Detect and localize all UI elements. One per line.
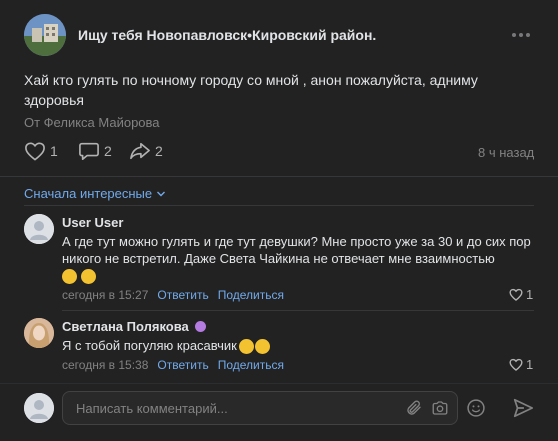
comment-text: А где тут можно гулять и где тут девушки… — [62, 233, 534, 285]
avatar[interactable] — [24, 318, 54, 348]
wink-emoji-icon — [238, 339, 254, 355]
sort-label: Сначала интересные — [24, 186, 153, 201]
comments-sort-dropdown[interactable]: Сначала интересные — [24, 186, 166, 201]
heart-icon — [509, 358, 523, 371]
smile-emoji-icon — [254, 339, 270, 355]
reply-button[interactable]: Ответить — [157, 358, 208, 372]
my-avatar[interactable] — [24, 393, 54, 423]
comment-button[interactable]: 2 — [78, 141, 112, 161]
post-time[interactable]: 8 ч назад — [478, 145, 534, 160]
share-comment-button[interactable]: Поделиться — [218, 358, 284, 372]
comment-like-button[interactable]: 1 — [509, 287, 533, 302]
comment-count: 2 — [104, 143, 112, 159]
post-author[interactable]: От Феликса Майорова — [24, 115, 160, 130]
comment-like-count: 1 — [526, 287, 534, 302]
like-button[interactable]: 1 — [24, 141, 58, 161]
comment-meta: сегодня в 15:27 Ответить Поделиться — [62, 288, 284, 302]
chevron-down-icon — [157, 191, 166, 196]
post-text: Хай кто гулять по ночному городу со мной… — [24, 72, 478, 108]
laughing-emoji-icon — [80, 269, 96, 285]
send-icon[interactable] — [512, 397, 534, 419]
comment-time[interactable]: сегодня в 15:27 — [62, 288, 148, 302]
comment-author[interactable]: User User — [62, 215, 123, 230]
avatar[interactable] — [24, 214, 54, 244]
comment-meta: сегодня в 15:38 Ответить Поделиться — [62, 358, 284, 372]
comment-like-button[interactable]: 1 — [509, 357, 533, 372]
attach-icon[interactable] — [405, 399, 423, 417]
heart-icon — [509, 288, 523, 301]
divider — [62, 310, 534, 311]
comment-like-count: 1 — [526, 357, 534, 372]
heart-icon — [25, 142, 45, 161]
share-button[interactable]: 2 — [129, 141, 163, 161]
share-count: 2 — [155, 143, 163, 159]
reply-button[interactable]: Ответить — [157, 288, 208, 302]
comment-author[interactable]: Светлана Полякова — [62, 319, 207, 334]
group-name[interactable]: Ищу тебя Новопавловск•Кировский район. — [78, 27, 376, 43]
comment-time[interactable]: сегодня в 15:38 — [62, 358, 148, 372]
comment-icon — [79, 142, 99, 160]
comment-input-placeholder: Написать комментарий... — [76, 401, 228, 416]
comment-input[interactable]: Написать комментарий... — [62, 391, 458, 425]
divider — [0, 383, 558, 384]
share-icon — [130, 142, 150, 160]
more-icon[interactable] — [512, 29, 534, 41]
camera-icon[interactable] — [431, 399, 449, 417]
laughing-emoji-icon — [62, 269, 77, 285]
crystal-ball-icon — [195, 321, 207, 332]
group-avatar[interactable] — [24, 14, 66, 56]
divider — [24, 205, 534, 206]
divider — [0, 176, 558, 177]
comment-text: Я с тобой погуляю красавчик — [62, 337, 270, 355]
emoji-icon[interactable] — [466, 398, 486, 418]
like-count: 1 — [50, 143, 58, 159]
share-comment-button[interactable]: Поделиться — [218, 288, 284, 302]
